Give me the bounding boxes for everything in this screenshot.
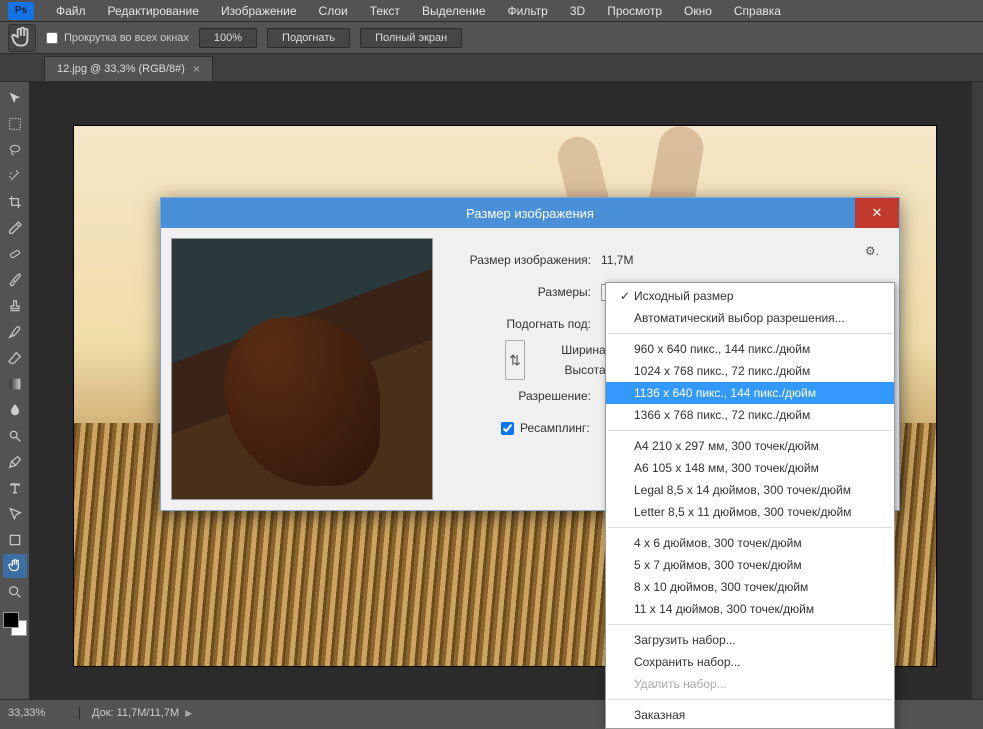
- brush-tool[interactable]: [3, 268, 27, 292]
- resolution-label: Разрешение:: [441, 389, 601, 403]
- image-size-label: Размер изображения:: [441, 253, 601, 267]
- image-preview[interactable]: [171, 238, 433, 500]
- doc-info[interactable]: Док: 11,7M/11,7M▶: [80, 707, 192, 719]
- scroll-all-checkbox[interactable]: Прокрутка во всех окнах: [46, 32, 189, 44]
- dd-separator: [608, 624, 892, 625]
- dd-letter[interactable]: Letter 8,5 x 11 дюймов, 300 точек/дюйм: [606, 501, 894, 523]
- zoom-100-button[interactable]: 100%: [199, 28, 257, 48]
- fullscreen-button[interactable]: Полный экран: [360, 28, 462, 48]
- hand-tool[interactable]: [3, 554, 27, 578]
- fitto-label: Подогнать под:: [441, 317, 601, 331]
- gradient-tool[interactable]: [3, 372, 27, 396]
- fit-button[interactable]: Подогнать: [267, 28, 350, 48]
- type-tool[interactable]: [3, 476, 27, 500]
- resample-checkbox[interactable]: [501, 422, 514, 435]
- dd-separator: [608, 527, 892, 528]
- menu-filter[interactable]: Фильтр: [498, 2, 558, 20]
- dd-original[interactable]: ✓Исходный размер: [606, 285, 894, 307]
- gear-icon[interactable]: ⚙.: [865, 244, 879, 258]
- menu-layer[interactable]: Слои: [309, 2, 358, 20]
- dd-custom[interactable]: Заказная: [606, 704, 894, 726]
- healing-tool[interactable]: [3, 242, 27, 266]
- lasso-tool[interactable]: [3, 138, 27, 162]
- blur-tool[interactable]: [3, 398, 27, 422]
- tools-panel: [0, 82, 30, 699]
- menu-text[interactable]: Текст: [360, 2, 410, 20]
- eyedropper-tool[interactable]: [3, 216, 27, 240]
- dd-1136[interactable]: 1136 x 640 пикс., 144 пикс./дюйм: [606, 382, 894, 404]
- menu-file[interactable]: Файл: [46, 2, 96, 20]
- shape-tool[interactable]: [3, 528, 27, 552]
- dd-1366[interactable]: 1366 x 768 пикс., 72 пикс./дюйм: [606, 404, 894, 426]
- menu-select[interactable]: Выделение: [412, 2, 496, 20]
- dd-a4[interactable]: A4 210 x 297 мм, 300 точек/дюйм: [606, 435, 894, 457]
- move-tool[interactable]: [3, 86, 27, 110]
- dd-auto[interactable]: Автоматический выбор разрешения...: [606, 307, 894, 329]
- image-size-value: 11,7M: [601, 253, 889, 267]
- panel-strip[interactable]: [971, 82, 983, 699]
- stamp-tool[interactable]: [3, 294, 27, 318]
- dd-4x6[interactable]: 4 x 6 дюймов, 300 точек/дюйм: [606, 532, 894, 554]
- dimensions-label: Размеры:: [441, 285, 601, 299]
- resample-label: Ресамплинг:: [520, 421, 590, 435]
- chevron-right-icon[interactable]: ▶: [185, 708, 192, 718]
- menu-bar: Ps Файл Редактирование Изображение Слои …: [0, 0, 983, 22]
- options-bar: Прокрутка во всех окнах 100% Подогнать П…: [0, 22, 983, 54]
- menu-view[interactable]: Просмотр: [597, 2, 672, 20]
- close-tab-icon[interactable]: ×: [193, 62, 200, 76]
- dodge-tool[interactable]: [3, 424, 27, 448]
- magic-wand-tool[interactable]: [3, 164, 27, 188]
- marquee-tool[interactable]: [3, 112, 27, 136]
- dd-a6[interactable]: A6 105 x 148 мм, 300 точек/дюйм: [606, 457, 894, 479]
- scroll-all-check[interactable]: [46, 32, 58, 44]
- dd-separator: [608, 699, 892, 700]
- menu-image[interactable]: Изображение: [211, 2, 307, 20]
- document-tab-title: 12.jpg @ 33,3% (RGB/8#): [57, 63, 185, 75]
- dd-11x14[interactable]: 11 x 14 дюймов, 300 точек/дюйм: [606, 598, 894, 620]
- link-icon[interactable]: ⇅: [505, 340, 525, 380]
- scroll-all-label: Прокрутка во всех окнах: [64, 32, 189, 44]
- pen-tool[interactable]: [3, 450, 27, 474]
- menu-edit[interactable]: Редактирование: [98, 2, 209, 20]
- dialog-title: Размер изображения: [466, 206, 594, 221]
- dd-save[interactable]: Сохранить набор...: [606, 651, 894, 673]
- dd-legal[interactable]: Legal 8,5 x 14 дюймов, 300 точек/дюйм: [606, 479, 894, 501]
- menu-help[interactable]: Справка: [724, 2, 791, 20]
- dialog-titlebar[interactable]: Размер изображения ✕: [161, 198, 899, 228]
- path-select-tool[interactable]: [3, 502, 27, 526]
- history-brush-tool[interactable]: [3, 320, 27, 344]
- dd-separator: [608, 430, 892, 431]
- dd-separator: [608, 333, 892, 334]
- dd-1024[interactable]: 1024 x 768 пикс., 72 пикс./дюйм: [606, 360, 894, 382]
- zoom-level[interactable]: 33,33%: [0, 707, 80, 719]
- dd-8x10[interactable]: 8 x 10 дюймов, 300 точек/дюйм: [606, 576, 894, 598]
- zoom-tool[interactable]: [3, 580, 27, 604]
- dd-load[interactable]: Загрузить набор...: [606, 629, 894, 651]
- color-swatches[interactable]: [3, 612, 27, 636]
- dd-delete: Удалить набор...: [606, 673, 894, 695]
- document-tab[interactable]: 12.jpg @ 33,3% (RGB/8#) ×: [44, 56, 213, 81]
- hand-tool-icon[interactable]: [8, 24, 36, 52]
- crop-tool[interactable]: [3, 190, 27, 214]
- fit-to-dropdown[interactable]: ✓Исходный размер Автоматический выбор ра…: [605, 282, 895, 729]
- menu-window[interactable]: Окно: [674, 2, 722, 20]
- dd-960[interactable]: 960 x 640 пикс., 144 пикс./дюйм: [606, 338, 894, 360]
- eraser-tool[interactable]: [3, 346, 27, 370]
- dialog-close-button[interactable]: ✕: [855, 198, 899, 228]
- document-tab-strip: 12.jpg @ 33,3% (RGB/8#) ×: [0, 54, 983, 82]
- foreground-swatch[interactable]: [3, 612, 19, 628]
- menu-3d[interactable]: 3D: [560, 2, 595, 20]
- app-logo: Ps: [8, 2, 34, 20]
- dd-5x7[interactable]: 5 x 7 дюймов, 300 точек/дюйм: [606, 554, 894, 576]
